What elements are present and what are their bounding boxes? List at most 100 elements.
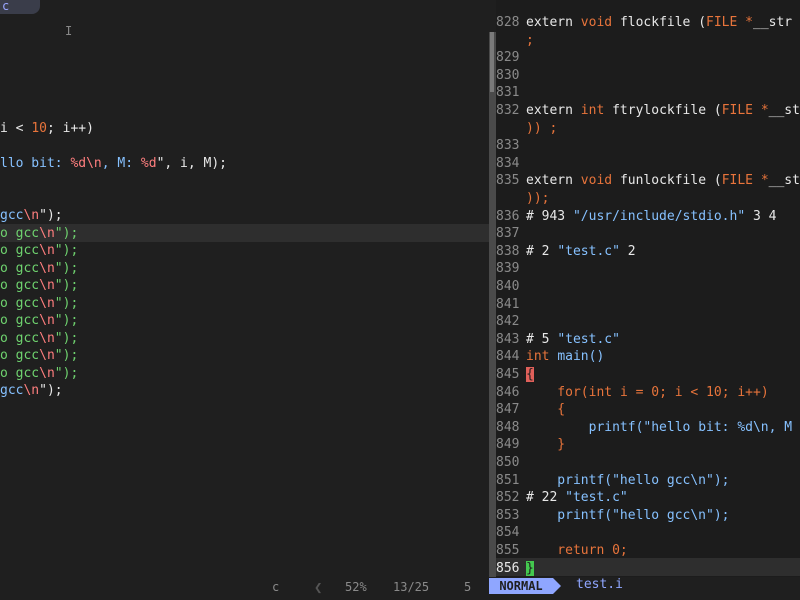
code-line: 848 printf("hello bit: %d\n, M <box>496 419 792 436</box>
code-token: \n <box>39 313 55 328</box>
left-statusline: c ❮ 52% 13/25 5 <box>0 577 489 600</box>
line-number: 844 <box>496 349 520 365</box>
line-number: 845 <box>496 367 520 382</box>
code-token: "hello bit: %d\n, M <box>643 419 793 435</box>
code-token: ; i < <box>659 384 707 400</box>
code-line: )) ; <box>496 120 557 137</box>
code-token: \n <box>23 383 40 398</box>
code-line: 840 <box>496 278 526 295</box>
code-token: "); <box>54 278 79 293</box>
code-token: )); <box>526 191 550 206</box>
line-number: 830 <box>496 67 520 83</box>
line-number: 852 <box>496 490 520 506</box>
code-line: o gcc\n"); <box>0 312 78 329</box>
code-token: main() <box>557 349 605 365</box>
code-line: 836 # 943 "/usr/include/stdio.h" 3 4 <box>496 208 776 225</box>
code-token: "test.c" <box>557 243 620 259</box>
line-number: 851 <box>496 472 520 488</box>
code-token: \n <box>39 261 55 276</box>
code-token: o gcc <box>0 226 40 241</box>
code-line: 847 { <box>496 401 565 418</box>
filename-label: test.i <box>576 577 623 592</box>
line-number: 839 <box>496 261 520 277</box>
code-line: o gcc\n"); <box>0 242 78 259</box>
code-token: printf( <box>526 472 613 488</box>
line-number: 843 <box>496 331 520 347</box>
code-token: \n <box>39 296 55 311</box>
code-token: "); <box>54 366 79 381</box>
code-line: 841 <box>496 296 526 313</box>
code-token: for( <box>526 384 589 400</box>
code-token: int <box>588 384 620 400</box>
code-line: 831 <box>496 84 526 101</box>
chevron-left-icon: ❮ <box>314 580 323 596</box>
code-token: \n <box>39 331 55 346</box>
tab-label: c <box>2 0 10 13</box>
code-token: i < <box>0 121 32 136</box>
tab-c[interactable]: c <box>0 0 40 14</box>
line-number: 829 <box>496 50 520 66</box>
code-token: flockfile ( <box>619 15 707 30</box>
code-line: gcc\n"); <box>0 382 63 399</box>
line-number: 842 <box>496 314 520 330</box>
code-token: \n <box>39 278 55 293</box>
code-line: 829 <box>496 49 526 66</box>
position-label: 13/25 <box>393 580 430 594</box>
code-line: 844 int main() <box>496 348 604 365</box>
line-number: 846 <box>496 384 520 400</box>
code-token: o gcc <box>0 313 40 328</box>
code-line: 832 extern int ftrylockfile (FILE *__st <box>496 102 800 119</box>
line-number: 853 <box>496 507 520 523</box>
code-token: o gcc <box>0 348 40 363</box>
code-token: } <box>526 560 534 576</box>
code-token: "); <box>54 226 79 241</box>
code-line: i < 10; i++) <box>0 120 94 137</box>
code-token: "); <box>54 243 79 258</box>
code-token: ; i++) <box>46 121 94 136</box>
code-token: __str <box>753 15 793 30</box>
code-token: ftrylockfile ( <box>612 103 722 118</box>
percent-label: 52% <box>345 580 367 594</box>
code-token: "/usr/include/stdio.h" <box>572 208 746 224</box>
line-number: 850 <box>496 455 520 470</box>
code-token: "); <box>54 261 79 276</box>
line-number: 855 <box>496 543 520 558</box>
code-token: int <box>580 103 613 118</box>
code-token: extern <box>526 173 581 189</box>
code-token: o gcc <box>0 331 40 346</box>
code-line: ; <box>496 32 534 49</box>
code-token: i = <box>619 384 652 400</box>
code-token: "hello gcc\n"); <box>612 507 730 523</box>
code-token: ; <box>526 32 534 48</box>
filetype-label: c <box>272 580 280 594</box>
code-token: # 22 <box>526 490 566 506</box>
split-divider[interactable] <box>489 32 496 577</box>
code-token: "); <box>54 313 79 328</box>
line-number: 854 <box>496 525 520 541</box>
code-token: o gcc <box>0 261 40 276</box>
code-token: o gcc <box>0 366 40 381</box>
code-line: 854 <box>496 524 526 541</box>
code-token: ; i++) <box>721 384 769 400</box>
scrollbar-thumb[interactable] <box>490 32 494 92</box>
code-line: 845 { <box>496 366 534 383</box>
right-statusline: NORMAL test.i <box>489 577 800 600</box>
code-line: o gcc\n"); <box>0 347 78 364</box>
code-line: 850 <box>496 454 526 471</box>
code-token: gcc <box>0 208 24 223</box>
code-token: gcc <box>0 383 24 398</box>
code-line: o gcc\n"); <box>0 260 78 277</box>
right-editor-pane[interactable]: 828 extern void flockfile (FILE *__str; 82… <box>496 0 800 600</box>
code-line: o gcc\n"); <box>0 277 78 294</box>
code-line: 852 # 22 "test.c" <box>496 489 628 506</box>
code-token: "); <box>39 383 63 398</box>
code-token: )) ; <box>526 120 558 136</box>
code-token: %d <box>140 156 157 171</box>
left-editor-pane[interactable]: c I i < 10; i++) llo bit: %d\n, M: %d", i… <box>0 0 489 600</box>
line-number: 832 <box>496 103 520 118</box>
code-token: "); <box>54 331 79 346</box>
code-line: o gcc\n"); <box>0 225 78 242</box>
code-token: return <box>526 543 613 558</box>
current-line-highlight <box>496 558 800 576</box>
code-line: 846 for(int i = 0; i < 10; i++) <box>496 384 769 401</box>
